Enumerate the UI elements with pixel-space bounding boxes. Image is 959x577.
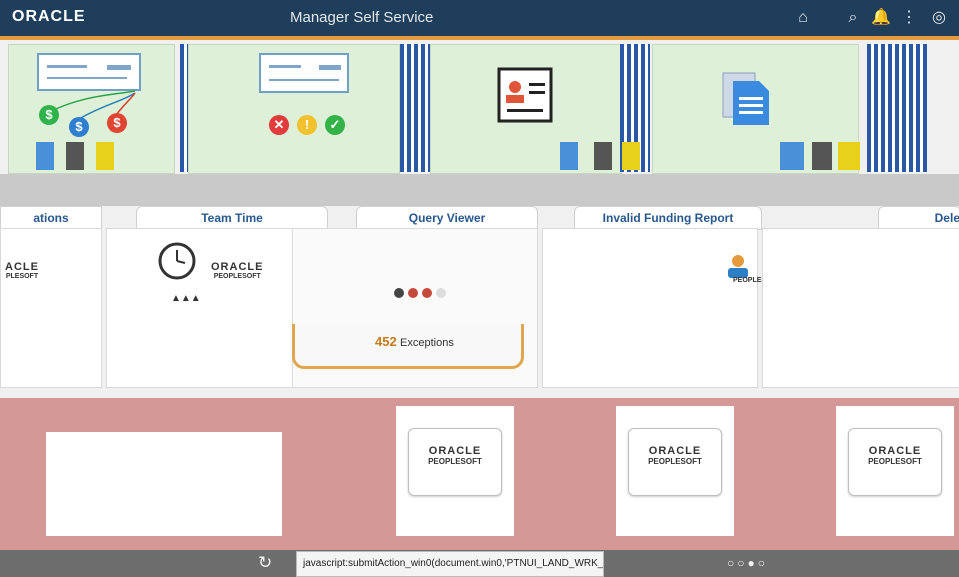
exceptions-count: 452 (375, 334, 397, 349)
oracle-peoplesoft-logo: ACLE PLESOFT (5, 261, 39, 280)
color-block (594, 142, 612, 170)
pending-icon: ! (297, 115, 317, 135)
home-icon[interactable]: ⌂ (792, 7, 814, 29)
color-block (838, 142, 860, 170)
tile-title-partial[interactable]: ations (0, 206, 102, 230)
dollar-green-icon: $ (39, 105, 59, 125)
tile-team-time[interactable]: ORACLE PEOPLESOFT ▲▲▲ (106, 228, 294, 388)
tile-title-partial-right[interactable]: Dele (878, 206, 959, 230)
tile-invalid-funding-report[interactable]: PEOPLESOFT (542, 228, 780, 388)
oracle-peoplesoft-logo: ORACLE PEOPLESOFT (648, 445, 702, 466)
tile-right-partial[interactable] (762, 228, 959, 388)
page-title: Manager Self Service (290, 9, 434, 26)
tile-divider (867, 44, 927, 172)
tile-bottom-2[interactable]: ORACLE PEOPLESOFT (616, 406, 734, 536)
check-icon (259, 53, 349, 93)
clock-icon (158, 242, 196, 280)
tile-title-invalid-funding-report[interactable]: Invalid Funding Report (574, 206, 762, 230)
tile-bottom-3[interactable]: ORACLE PEOPLESOFT (836, 406, 954, 536)
profile-card-icon (497, 67, 553, 123)
color-block (812, 142, 832, 170)
exceptions-panel[interactable]: 452 Exceptions (292, 324, 524, 369)
tile-approvals[interactable]: ✕ ! ✓ (188, 44, 400, 174)
section-divider (0, 174, 959, 206)
header-accent-bar (0, 36, 959, 40)
dollar-blue-icon: $ (69, 117, 89, 137)
exceptions-label: Exceptions (400, 337, 454, 349)
tile-bottom-blank[interactable] (46, 432, 282, 536)
dollar-red-icon: $ (107, 113, 127, 133)
tile-left-partial[interactable]: ACLE PLESOFT (0, 228, 102, 388)
actions-menu-icon[interactable]: ⋮ (898, 7, 920, 29)
brand-logo: ORACLE (12, 8, 86, 25)
team-members-icon: ▲▲▲ (171, 293, 201, 304)
oracle-peoplesoft-logo: ORACLE PEOPLESOFT (428, 445, 482, 466)
refresh-icon[interactable]: ↻ (258, 553, 272, 573)
page-indicator-dots[interactable]: ○○●○ (727, 556, 768, 570)
notifications-icon[interactable]: 🔔 (870, 7, 892, 29)
status-bar-url: javascript:submitAction_win0(document.wi… (296, 551, 604, 577)
reject-icon: ✕ (269, 115, 289, 135)
color-block (780, 142, 804, 170)
oracle-peoplesoft-logo: ORACLE PEOPLESOFT (211, 261, 264, 280)
color-block (622, 142, 640, 170)
tile-divider (400, 44, 430, 172)
tile-title-team-time[interactable]: Team Time (136, 206, 328, 230)
approve-icon: ✓ (325, 115, 345, 135)
navbar-icon[interactable]: ◎ (928, 7, 950, 29)
loading-dots-icon (394, 288, 446, 298)
color-block (66, 142, 84, 170)
search-icon[interactable]: ⌕ (842, 7, 864, 29)
tile-payroll-checks[interactable]: $ $ $ (8, 44, 175, 174)
app-header: ORACLE Manager Self Service ⌂ ⌕ 🔔 ⋮ ◎ (0, 0, 959, 36)
color-block (36, 142, 54, 170)
tile-bottom-1[interactable]: ORACLE PEOPLESOFT (396, 406, 514, 536)
documents-icon (722, 72, 769, 125)
color-block (560, 142, 578, 170)
color-block (96, 142, 114, 170)
tile-title-query-viewer[interactable]: Query Viewer (356, 206, 538, 230)
oracle-peoplesoft-logo: ORACLE PEOPLESOFT (868, 445, 922, 466)
